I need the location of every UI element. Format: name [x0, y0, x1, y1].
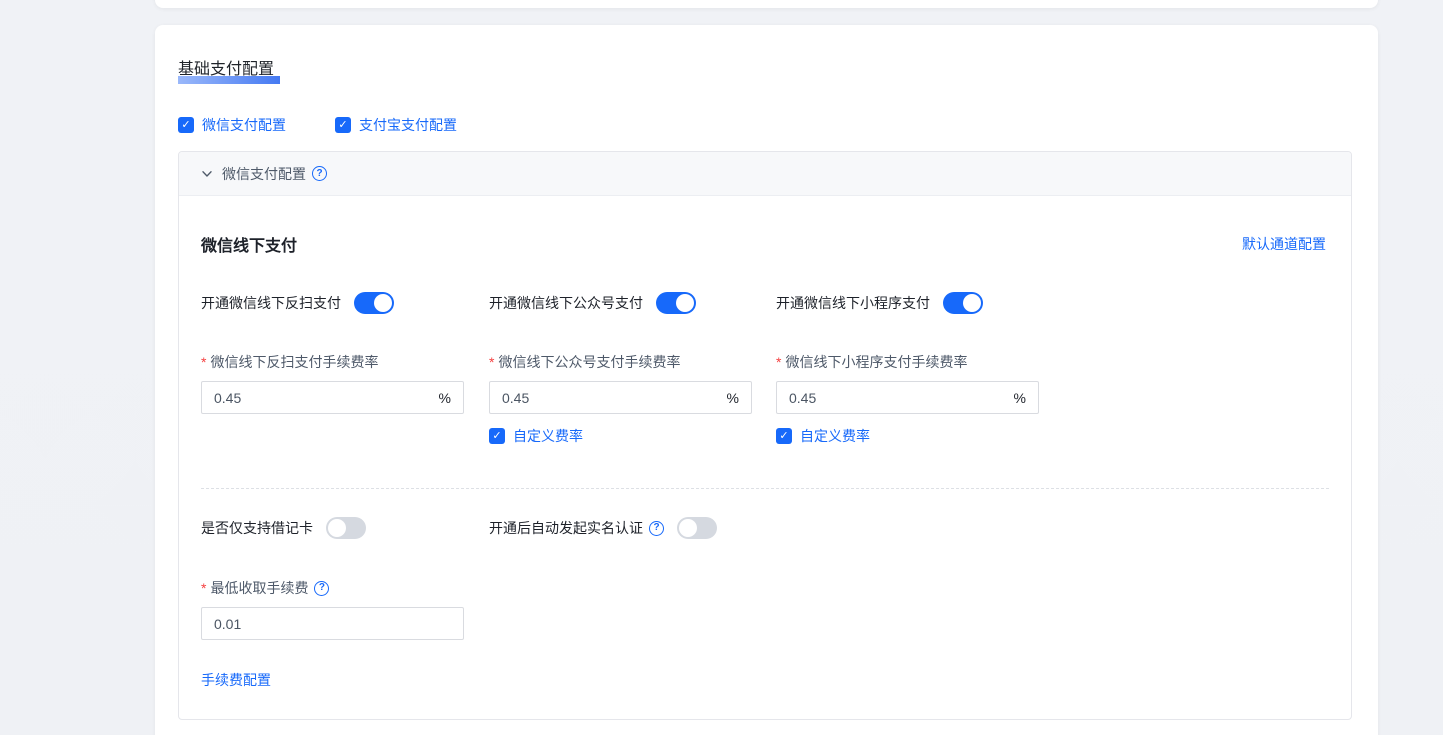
- wechat-panel-body: 微信线下支付 默认通道配置 开通微信线下反扫支付 开通微信线下公众号支付 开通微…: [179, 196, 1351, 719]
- page-title: 基础支付配置: [178, 58, 274, 82]
- checkbox-checked-icon[interactable]: ✓: [489, 428, 505, 444]
- min-fee-label: 最低收取手续费: [210, 578, 308, 598]
- debit-card-only-label: 是否仅支持借记卡: [201, 518, 313, 538]
- custom-rate-label: 自定义费率: [513, 426, 583, 446]
- auto-realname-toggle-item: 开通后自动发起实名认证 ?: [489, 517, 776, 539]
- percent-suffix: %: [727, 390, 739, 406]
- required-mark: *: [489, 354, 494, 370]
- dashed-divider: [201, 488, 1329, 489]
- wechat-panel-title: 微信支付配置: [222, 164, 306, 184]
- official-account-pay-toggle[interactable]: [656, 292, 696, 314]
- fee-rate-fields-row: * 微信线下反扫支付手续费率 % * 微信线下公众号支付手续费率: [201, 352, 1326, 446]
- official-account-pay-toggle-item: 开通微信线下公众号支付: [489, 292, 776, 314]
- wechat-pay-config-checkbox[interactable]: ✓ 微信支付配置: [178, 115, 286, 135]
- auto-realname-toggle[interactable]: [677, 517, 717, 539]
- reverse-scan-fee-input-wrap: %: [201, 381, 464, 414]
- help-icon[interactable]: ?: [312, 166, 327, 181]
- miniprogram-pay-toggle-item: 开通微信线下小程序支付: [776, 292, 1064, 314]
- debit-card-only-toggle-item: 是否仅支持借记卡: [201, 517, 489, 539]
- miniprogram-pay-toggle[interactable]: [943, 292, 983, 314]
- reverse-scan-pay-toggle-item: 开通微信线下反扫支付: [201, 292, 489, 314]
- miniprogram-fee-input-wrap: %: [776, 381, 1039, 414]
- miniprogram-fee-input[interactable]: [789, 390, 1006, 406]
- open-pay-toggles-row: 开通微信线下反扫支付 开通微信线下公众号支付 开通微信线下小程序支付: [201, 292, 1326, 314]
- miniprogram-custom-rate-checkbox[interactable]: ✓ 自定义费率: [776, 426, 1064, 446]
- official-account-fee-label: 微信线下公众号支付手续费率: [498, 352, 680, 372]
- basic-payment-config-card: 基础支付配置 ✓ 微信支付配置 ✓ 支付宝支付配置 微信支付配置 ? 微信线下支…: [155, 25, 1378, 735]
- official-account-fee-input-wrap: %: [489, 381, 752, 414]
- help-icon[interactable]: ?: [649, 521, 664, 536]
- payment-type-checkbox-group: ✓ 微信支付配置 ✓ 支付宝支付配置: [178, 115, 1352, 135]
- official-account-fee-input[interactable]: [502, 390, 719, 406]
- custom-rate-label: 自定义费率: [800, 426, 870, 446]
- miniprogram-pay-label: 开通微信线下小程序支付: [776, 293, 930, 313]
- reverse-scan-fee-label: 微信线下反扫支付手续费率: [210, 352, 378, 372]
- min-fee-input-wrap: [201, 607, 464, 640]
- reverse-scan-pay-label: 开通微信线下反扫支付: [201, 293, 341, 313]
- percent-suffix: %: [439, 390, 451, 406]
- required-mark: *: [201, 580, 206, 596]
- official-account-fee-field: * 微信线下公众号支付手续费率 % ✓ 自定义费率: [489, 352, 776, 446]
- fee-config-link[interactable]: 手续费配置: [201, 670, 271, 690]
- reverse-scan-pay-toggle[interactable]: [354, 292, 394, 314]
- required-mark: *: [776, 354, 781, 370]
- checkbox-checked-icon[interactable]: ✓: [178, 117, 194, 133]
- help-icon[interactable]: ?: [314, 581, 329, 596]
- debit-card-only-toggle[interactable]: [326, 517, 366, 539]
- required-mark: *: [201, 354, 206, 370]
- min-fee-input[interactable]: [214, 616, 451, 632]
- secondary-toggles-row: 是否仅支持借记卡 开通后自动发起实名认证 ?: [201, 517, 1326, 539]
- alipay-config-checkbox-label: 支付宝支付配置: [359, 115, 457, 135]
- alipay-config-checkbox[interactable]: ✓ 支付宝支付配置: [335, 115, 457, 135]
- miniprogram-fee-field: * 微信线下小程序支付手续费率 % ✓ 自定义费率: [776, 352, 1064, 446]
- auto-realname-label: 开通后自动发起实名认证: [489, 518, 643, 538]
- offline-pay-section-title: 微信线下支付: [201, 232, 297, 256]
- chevron-down-icon[interactable]: [201, 168, 213, 180]
- default-channel-config-link[interactable]: 默认通道配置: [1242, 234, 1326, 254]
- wechat-pay-config-checkbox-label: 微信支付配置: [202, 115, 286, 135]
- reverse-scan-fee-input[interactable]: [214, 390, 431, 406]
- wechat-panel-header[interactable]: 微信支付配置 ?: [179, 152, 1351, 196]
- wechat-pay-config-panel: 微信支付配置 ? 微信线下支付 默认通道配置 开通微信线下反扫支付 开通微信线下…: [178, 151, 1352, 720]
- checkbox-checked-icon[interactable]: ✓: [776, 428, 792, 444]
- reverse-scan-fee-field: * 微信线下反扫支付手续费率 %: [201, 352, 489, 446]
- percent-suffix: %: [1014, 390, 1026, 406]
- official-account-custom-rate-checkbox[interactable]: ✓ 自定义费率: [489, 426, 776, 446]
- official-account-pay-label: 开通微信线下公众号支付: [489, 293, 643, 313]
- miniprogram-fee-label: 微信线下小程序支付手续费率: [785, 352, 967, 372]
- previous-card-edge: [155, 0, 1378, 8]
- checkbox-checked-icon[interactable]: ✓: [335, 117, 351, 133]
- min-fee-field: * 最低收取手续费 ?: [201, 578, 1326, 640]
